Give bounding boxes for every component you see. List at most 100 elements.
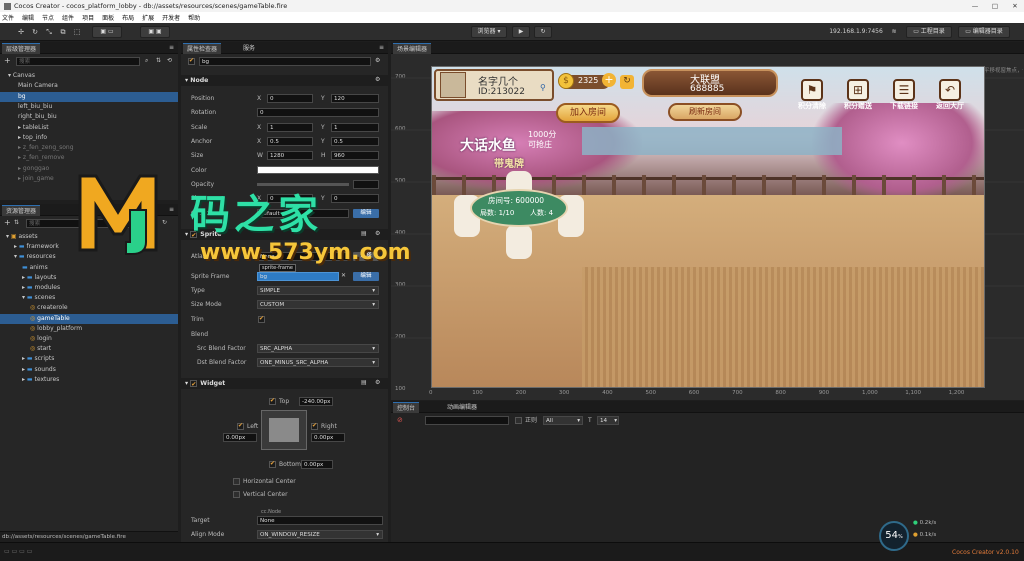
widget-left-input[interactable]: 0.00px xyxy=(223,433,257,442)
play-icon[interactable]: ▶ xyxy=(512,26,530,38)
editor-dir-button[interactable]: ▭ 编辑器目录 xyxy=(958,26,1010,38)
scale-y-input[interactable]: 1 xyxy=(331,123,379,132)
clear-console-icon[interactable]: ⊘ xyxy=(397,416,403,424)
widget-top-input[interactable]: -240.00px xyxy=(299,397,333,406)
rotation-input[interactable]: 0 xyxy=(257,108,379,117)
sort-icon[interactable]: ⇅ xyxy=(156,57,161,64)
refresh-icon[interactable]: ↻ xyxy=(534,26,552,38)
pivot-toggle-icon[interactable]: ▣ ▭ xyxy=(92,26,122,38)
player-avatar[interactable] xyxy=(440,72,466,98)
dst-blend-select[interactable]: ONE_MINUS_SRC_ALPHA ▾ xyxy=(257,358,379,367)
asset-item[interactable]: ◎ start xyxy=(0,344,178,354)
asset-sort-icon[interactable]: ⇅ xyxy=(14,219,19,226)
game-canvas[interactable]: 名字几个 ID:213022 ⚲ $ 2325 + ↻ 大联盟 688885 加… xyxy=(431,66,985,388)
asset-item[interactable]: ▸ ▬ textures xyxy=(0,375,178,385)
asset-item[interactable]: ◎ login xyxy=(0,334,178,344)
hierarchy-node[interactable]: left_biu_biu xyxy=(0,102,178,112)
node-section-gear-icon[interactable]: ⚙ xyxy=(375,76,380,83)
menu-node[interactable]: 节点 xyxy=(42,13,54,22)
node-section-header[interactable]: ▾ Node xyxy=(181,75,388,86)
menu-project[interactable]: 项目 xyxy=(82,13,94,22)
asset-item[interactable]: ▬ anims xyxy=(0,263,178,273)
menu-component[interactable]: 组件 xyxy=(62,13,74,22)
asset-item[interactable]: ▸ ▬ sounds xyxy=(0,365,178,375)
widget-right-checkbox[interactable] xyxy=(311,422,318,430)
menu-panel[interactable]: 面板 xyxy=(102,13,114,22)
node-gear-icon[interactable]: ⚙ xyxy=(375,57,380,64)
transform-tool-icon[interactable]: ⬚ xyxy=(72,27,82,37)
widget-gear-icon[interactable]: ⚙ xyxy=(375,379,380,386)
widget-bottom-input[interactable]: 0.00px xyxy=(301,460,333,469)
sprite-book-icon[interactable]: ▤ xyxy=(361,230,367,237)
asset-item[interactable]: ▸ ▬ scripts xyxy=(0,354,178,364)
coin-refresh-icon[interactable]: ↻ xyxy=(620,75,634,89)
hierarchy-node[interactable]: ▾ Canvas xyxy=(0,71,178,81)
vertical-center-checkbox[interactable] xyxy=(233,491,240,498)
sprite-gear-icon[interactable]: ⚙ xyxy=(375,230,380,237)
node-name-input[interactable]: bg xyxy=(199,57,371,66)
skew-y-input[interactable]: 0 xyxy=(331,194,379,203)
asset-item[interactable]: ▸ ▬ modules xyxy=(0,283,178,293)
position-y-input[interactable]: 120 xyxy=(331,94,379,103)
align-mode-select[interactable]: ON_WINDOW_RESIZE ▾ xyxy=(257,530,383,539)
asset-item[interactable]: ▸ ▬ layouts xyxy=(0,273,178,283)
asset-item[interactable]: ◎ gameTable xyxy=(0,313,178,324)
menu-layout[interactable]: 布局 xyxy=(122,13,134,22)
widget-top-checkbox[interactable] xyxy=(269,397,276,405)
widget-bottom-checkbox[interactable] xyxy=(269,460,276,468)
widget-left-checkbox[interactable] xyxy=(237,422,244,430)
download-link-button[interactable]: ☰ 下载链接 xyxy=(884,79,924,119)
widget-right-input[interactable]: 0.00px xyxy=(311,433,345,442)
tab-console[interactable]: 控制台 xyxy=(393,402,420,413)
sprite-frame-clear-icon[interactable]: ✕ xyxy=(341,272,346,279)
rotate-tool-icon[interactable]: ↻ xyxy=(30,27,40,37)
asset-item[interactable]: ◎ createrole xyxy=(0,303,178,313)
hierarchy-menu-icon[interactable]: ≡ xyxy=(169,44,174,51)
score-gift-button[interactable]: ⊞ 积分赠送 xyxy=(838,79,878,119)
menu-edit[interactable]: 编辑 xyxy=(22,13,34,22)
scale-tool-icon[interactable]: ⤡ xyxy=(44,27,54,37)
opacity-input[interactable] xyxy=(353,180,379,189)
menu-developer[interactable]: 开发者 xyxy=(162,13,180,22)
anchor-y-input[interactable]: 0.5 xyxy=(331,137,379,146)
menu-help[interactable]: 帮助 xyxy=(188,13,200,22)
position-x-input[interactable]: 0 xyxy=(267,94,313,103)
type-select[interactable]: SIMPLE ▾ xyxy=(257,286,379,295)
trim-checkbox[interactable] xyxy=(258,315,265,323)
add-asset-icon[interactable]: + xyxy=(4,219,11,227)
sprite-frame-edit-button[interactable]: 编辑 xyxy=(353,272,379,281)
preview-platform-select[interactable]: 浏览器 ▾ xyxy=(471,26,507,38)
assets-menu-icon[interactable]: ≡ xyxy=(169,206,174,213)
size-h-input[interactable]: 960 xyxy=(331,151,379,160)
hierarchy-search-input[interactable]: 搜索 xyxy=(16,57,140,66)
tab-assets[interactable]: 资源管理器 xyxy=(2,205,41,216)
minimize-button[interactable]: — xyxy=(966,0,984,12)
scale-x-input[interactable]: 1 xyxy=(267,123,313,132)
size-mode-select[interactable]: CUSTOM ▾ xyxy=(257,300,379,309)
collapse-icon[interactable]: ⟲ xyxy=(167,57,172,64)
console-filter-input[interactable] xyxy=(425,416,509,425)
project-dir-button[interactable]: ▭ 工程目录 xyxy=(906,26,952,38)
game-table[interactable]: 房间号: 600000 局数: 1/10 人数: 4 xyxy=(454,171,584,259)
add-coin-icon[interactable]: + xyxy=(602,73,616,87)
tab-service[interactable]: 服务 xyxy=(239,43,259,54)
back-to-hall-button[interactable]: ↶ 返回大厅 xyxy=(930,79,970,119)
menu-file[interactable]: 文件 xyxy=(2,13,14,22)
group-edit-button[interactable]: 编辑 xyxy=(353,209,379,218)
font-size-select[interactable]: 14 ▾ xyxy=(597,416,619,425)
tab-animation[interactable]: 动画编辑器 xyxy=(443,402,481,413)
hierarchy-node[interactable]: right_biu_biu xyxy=(0,112,178,122)
asset-item[interactable]: ◎ lobby_platform xyxy=(0,324,178,334)
hierarchy-node[interactable]: Main Camera xyxy=(0,81,178,91)
hierarchy-node[interactable]: ▸ top_info xyxy=(0,133,178,143)
maximize-button[interactable]: □ xyxy=(986,0,1004,12)
widget-section-header[interactable]: ▾ Widget xyxy=(181,378,388,390)
rect-tool-icon[interactable]: ⧉ xyxy=(58,27,68,37)
move-tool-icon[interactable]: ✢ xyxy=(16,27,26,37)
node-active-checkbox[interactable] xyxy=(188,57,195,65)
tab-scene[interactable]: 场景编辑器 xyxy=(393,43,432,54)
tab-inspector[interactable]: 属性检查器 xyxy=(183,43,222,54)
hierarchy-node[interactable]: ▸ z_fen_zeng_song xyxy=(0,143,178,153)
hierarchy-node[interactable]: bg xyxy=(0,91,178,102)
horizontal-center-checkbox[interactable] xyxy=(233,478,240,485)
